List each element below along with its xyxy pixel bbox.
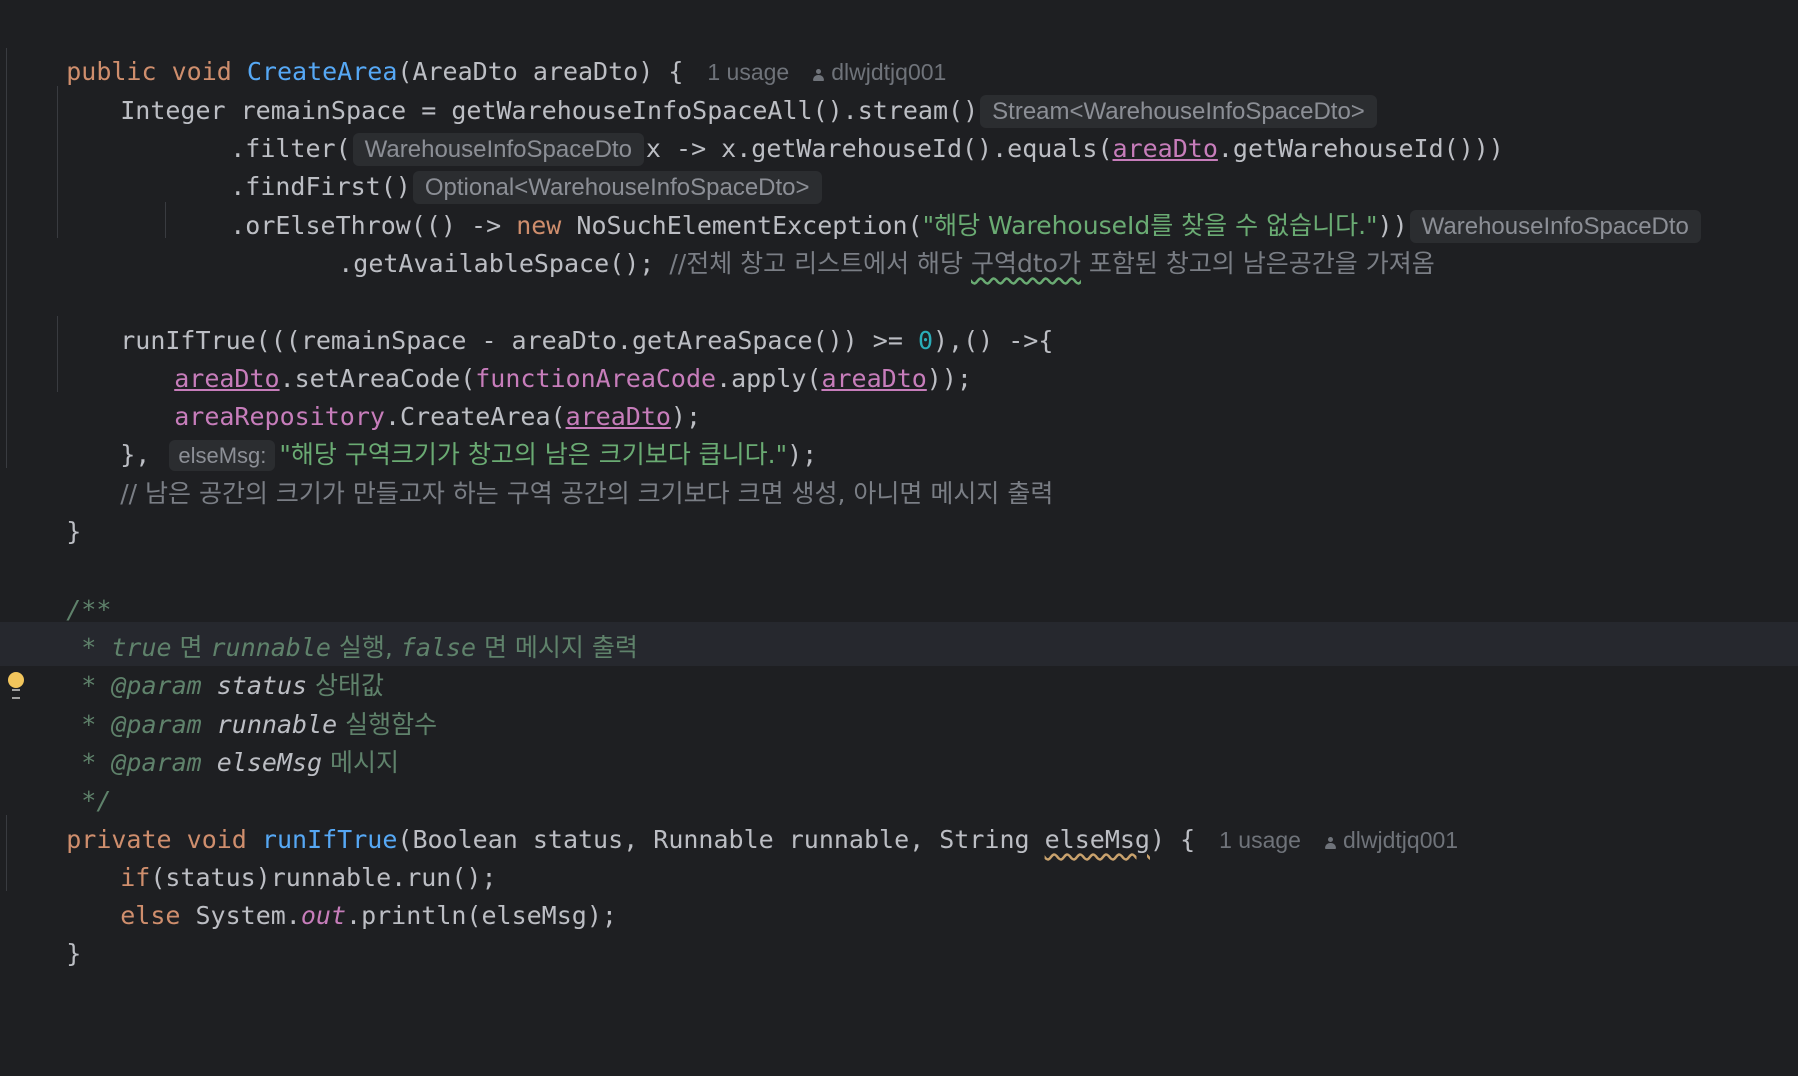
code-text: )); <box>926 364 972 393</box>
author-hint[interactable]: dlwjdtjq001 <box>1324 827 1459 853</box>
type-hint[interactable]: WarehouseInfoSpaceDto <box>1409 210 1701 243</box>
doc-tag: @param <box>111 748 202 777</box>
parameter-reference[interactable]: areaDto <box>821 364 926 393</box>
doc-comment: false <box>400 633 477 662</box>
code-text: .println(elseMsg); <box>346 901 617 930</box>
code-line[interactable]: } <box>6 888 81 968</box>
closing-brace: } <box>66 517 82 546</box>
code-line[interactable]: } <box>6 466 81 546</box>
code-line[interactable]: .findFirst() Optional<WarehouseInfoSpaceD… <box>170 121 824 204</box>
doc-param-desc: 메시지 <box>322 748 400 777</box>
line-comment: // 남은 공간의 크기가 만들고자 하는 구역 공간의 크기보다 크면 생성,… <box>120 479 1054 508</box>
parameter-reference[interactable]: areaDto <box>1113 134 1218 163</box>
code-line[interactable]: public void CreateArea(AreaDto areaDto) … <box>6 6 946 86</box>
code-text: .getWarehouseId())) <box>1217 134 1504 163</box>
person-icon <box>1324 837 1336 849</box>
code-line[interactable]: .getAvailableSpace(); //전체 창고 리스트에서 해당 구… <box>278 198 1435 278</box>
indent-guide <box>165 202 166 238</box>
indent-guide <box>57 86 58 238</box>
keyword: else <box>120 901 181 930</box>
code-line[interactable]: // 남은 공간의 크기가 만들고자 하는 구역 공간의 크기보다 크면 생성,… <box>60 428 1053 508</box>
indent-guide <box>57 316 58 392</box>
typo-highlight[interactable]: elseMsg <box>1045 825 1150 854</box>
usages-hint[interactable]: 1 usage <box>1219 827 1301 853</box>
doc-param-name[interactable]: elseMsg <box>202 748 322 777</box>
closing-brace: } <box>66 939 82 968</box>
typo-highlight[interactable]: 구역dto가 <box>971 249 1081 278</box>
code-text: ) { <box>1149 825 1196 854</box>
line-comment: //전체 창고 리스트에서 해당 <box>669 249 971 278</box>
static-field[interactable]: out <box>301 901 346 930</box>
line-comment: 포함된 창고의 남은공간을 가져옴 <box>1080 249 1435 278</box>
author-name: dlwjdtjq001 <box>1342 827 1459 853</box>
code-line[interactable]: else System.out.println(elseMsg); <box>60 850 617 930</box>
code-editor[interactable]: public void CreateArea(AreaDto areaDto) … <box>0 0 1798 1076</box>
doc-comment: 면 메시지 출력 <box>476 633 638 662</box>
code-text: System. <box>180 901 301 930</box>
code-line[interactable]: */ <box>6 735 111 815</box>
code-line[interactable]: * @param status 상태값 <box>6 620 384 700</box>
code-line[interactable]: }, elseMsg: "해당 구역크기가 창고의 남은 크기보다 큽니다."); <box>60 389 817 471</box>
code-text: .getAvailableSpace(); <box>338 249 670 278</box>
